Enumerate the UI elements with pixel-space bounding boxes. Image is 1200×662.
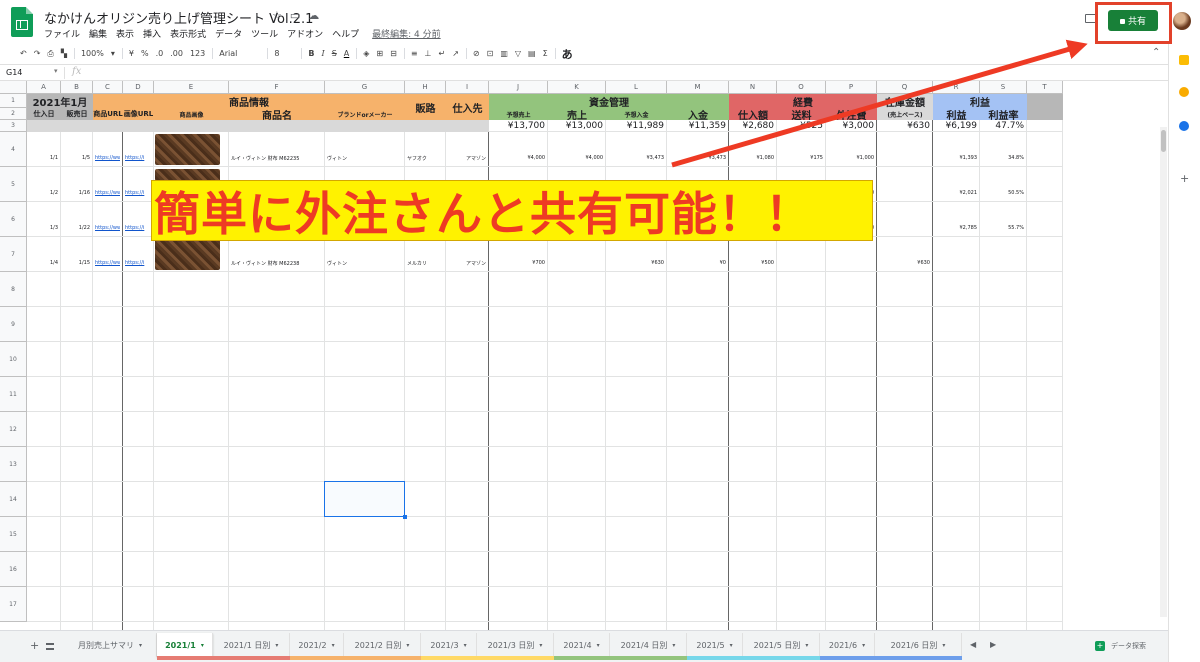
spreadsheet-app: なかけんオリジン売り上げ管理シート Vol.2.1 ☆ ▭ ☁ ファイル 編集 … [0,0,1200,662]
annotation-arrow [671,39,1088,168]
